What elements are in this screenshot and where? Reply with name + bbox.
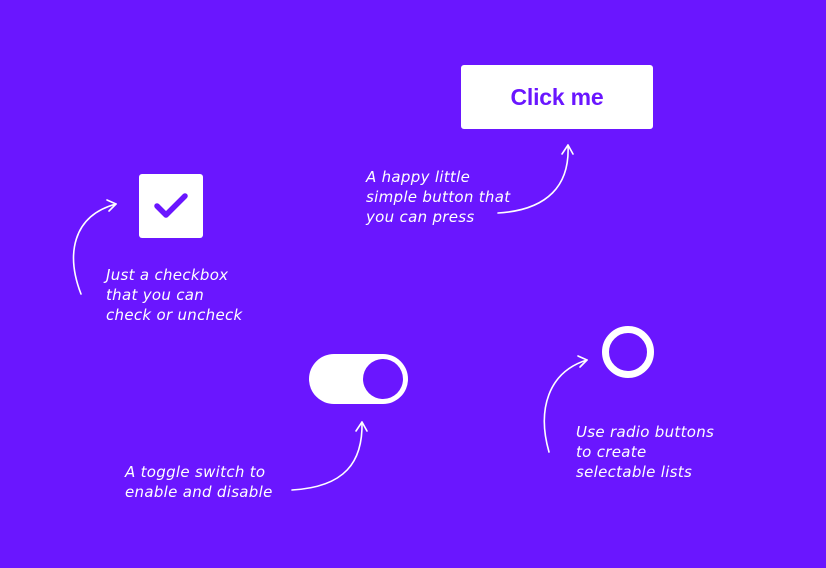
checkbox-note: Just a checkbox that you can check or un… [106,265,243,325]
button-note-line-1: A happy little [366,168,471,186]
toggle-note-line-1: A toggle switch to [125,463,266,481]
toggle-note-line-2: enable and disable [125,483,273,501]
toggle-note: A toggle switch to enable and disable [125,462,273,502]
click-me-button[interactable]: Click me [461,65,653,129]
radio-note-line-1: Use radio buttons [576,423,715,441]
showcase-canvas: Click me A happy little simple button th… [0,0,826,568]
radio-note-line-2: to create [576,443,647,461]
checkbox-note-line-2: that you can [106,286,205,304]
checkbox-note-line-3: check or uncheck [106,306,243,324]
checkbox-note-line-1: Just a checkbox [106,266,229,284]
radio-note-line-3: selectable lists [576,463,693,481]
checkbox[interactable] [139,174,203,238]
button-note-line-2: simple button that [366,188,511,206]
radio-note: Use radio buttons to create selectable l… [576,422,714,482]
toggle-switch[interactable] [309,354,408,404]
check-icon [154,193,188,218]
button-note-line-3: you can press [366,208,475,226]
toggle-knob [363,359,403,399]
radio-button[interactable] [602,326,654,378]
button-note: A happy little simple button that you ca… [366,167,510,227]
toggle-arrow-icon [291,421,363,491]
